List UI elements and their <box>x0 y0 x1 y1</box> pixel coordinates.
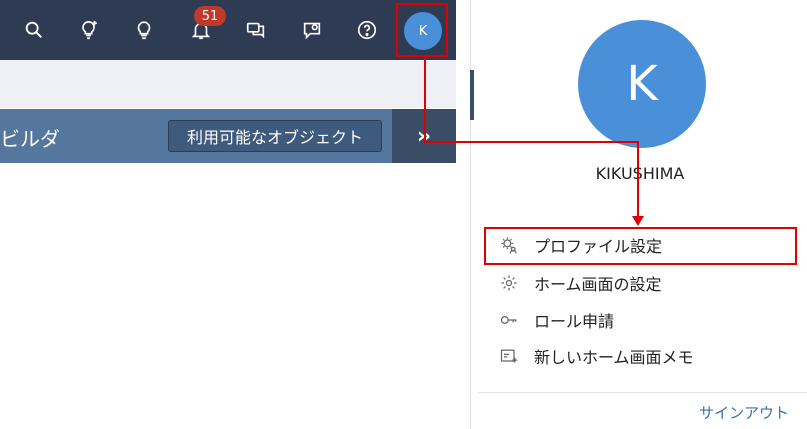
notification-count-badge: 51 <box>194 6 226 26</box>
idea-add-icon[interactable] <box>75 16 103 44</box>
profile-avatar: K <box>578 20 706 148</box>
signout-divider <box>478 392 807 393</box>
menu-item-new-home-note[interactable]: 新しいホーム画面メモ <box>498 342 694 370</box>
panel-divider <box>470 0 471 429</box>
profile-settings-callout-box <box>484 227 797 265</box>
menu-item-label: ホーム画面の設定 <box>534 275 662 294</box>
signout-link[interactable]: サインアウト <box>699 402 789 423</box>
gear-icon <box>498 272 520 294</box>
avatar-callout-box <box>396 3 448 57</box>
expand-panel-button[interactable]: » <box>392 109 456 163</box>
lightbulb-icon[interactable] <box>130 16 158 44</box>
help-icon[interactable] <box>353 16 381 44</box>
key-icon <box>498 309 520 331</box>
menu-item-home-settings[interactable]: ホーム画面の設定 <box>498 269 662 297</box>
note-add-icon <box>498 345 520 367</box>
menu-item-label: ロール申請 <box>534 312 615 331</box>
profile-username: KIKUSHIMA <box>595 164 685 183</box>
search-icon[interactable] <box>20 16 48 44</box>
feedback-icon[interactable] <box>298 16 326 44</box>
builder-title: ビルダ <box>0 127 60 151</box>
available-objects-button[interactable]: 利用可能なオブジェクト <box>168 120 382 152</box>
menu-item-role-request[interactable]: ロール申請 <box>498 306 614 334</box>
subheader-strip <box>0 60 456 108</box>
menu-item-label: 新しいホーム画面メモ <box>534 348 694 367</box>
chat-icon[interactable] <box>242 16 270 44</box>
builder-bar: ビルダ 利用可能なオブジェクト <box>0 109 392 163</box>
shell-header: 51 K <box>0 0 456 60</box>
